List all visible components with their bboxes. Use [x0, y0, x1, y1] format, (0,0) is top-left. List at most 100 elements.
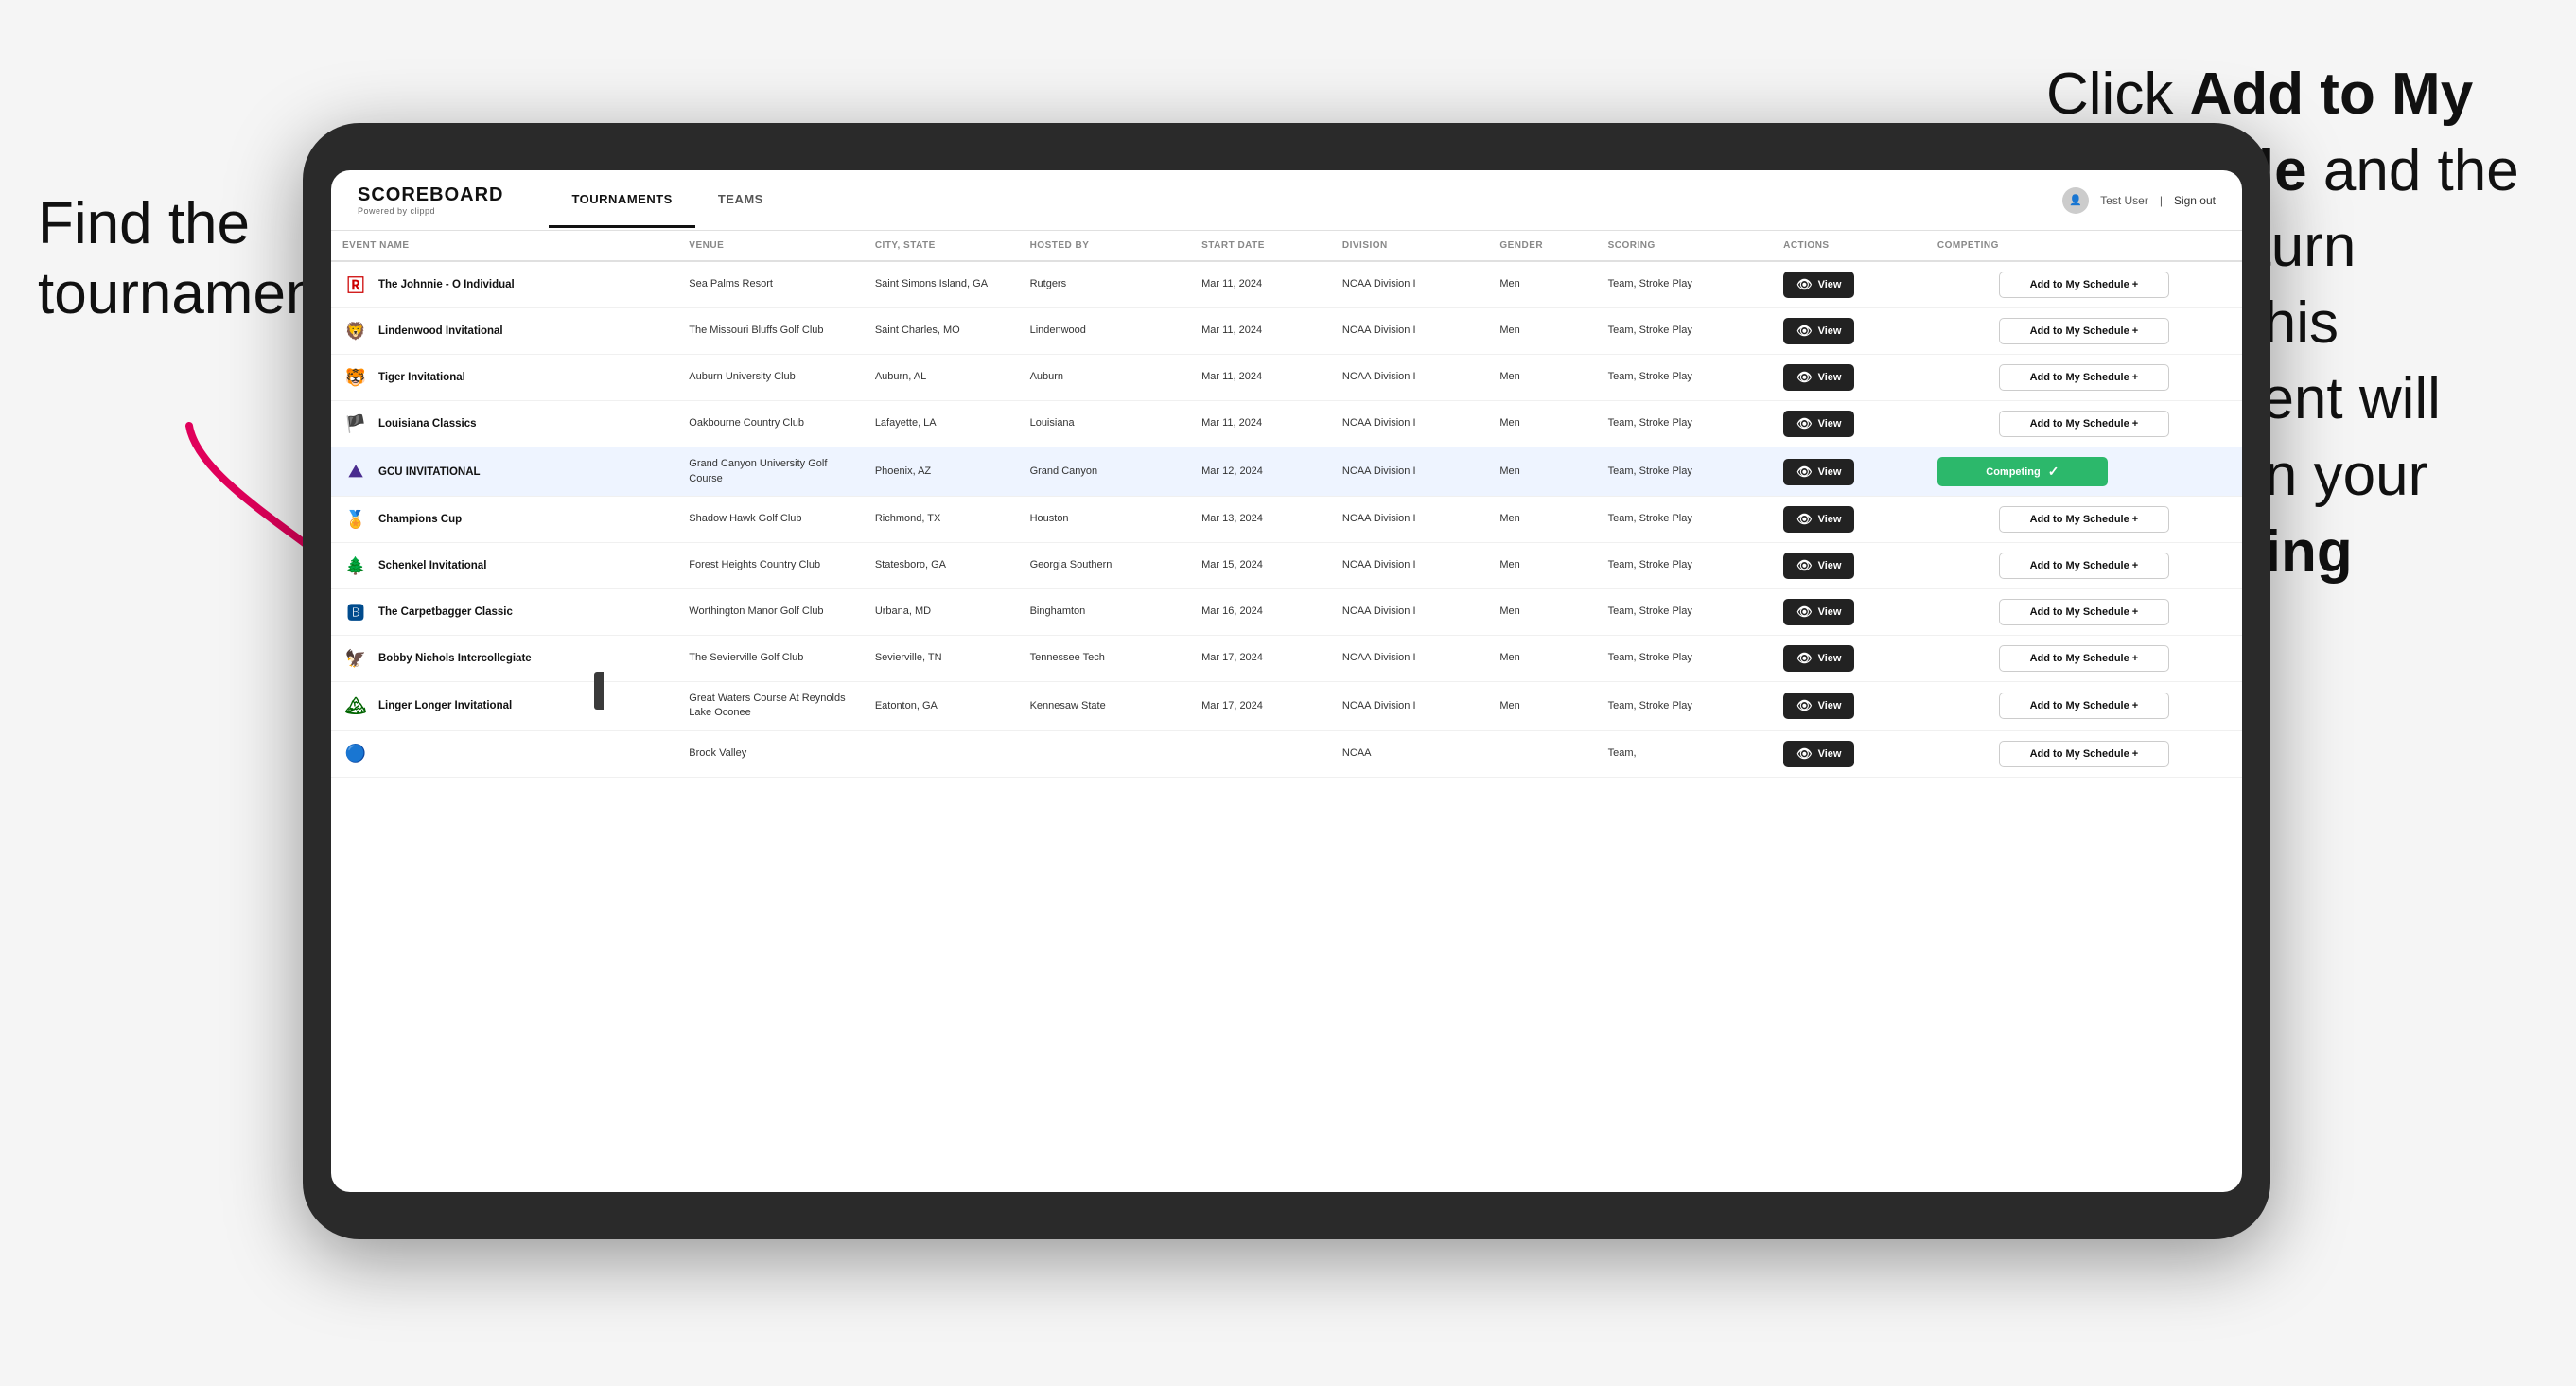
hosted-by-cell: Houston: [1019, 497, 1191, 543]
scoring-cell: Team,: [1597, 730, 1772, 777]
add-to-schedule-button[interactable]: Add to My Schedule +: [1999, 741, 2169, 767]
nav-right: 👤 Test User | Sign out: [2062, 187, 2216, 214]
add-to-schedule-button[interactable]: Add to My Schedule +: [1999, 599, 2169, 625]
gender-cell: Men: [1488, 589, 1596, 636]
scoring-cell: Team, Stroke Play: [1597, 308, 1772, 355]
event-name-text: Tiger Invitational: [378, 372, 465, 383]
view-button[interactable]: 👁 View: [1783, 553, 1854, 579]
city-state-cell: Saint Simons Island, GA: [864, 261, 1019, 308]
add-to-schedule-button[interactable]: Add to My Schedule +: [1999, 553, 2169, 579]
logo-text: SCOREBOARD: [358, 184, 503, 206]
competing-cell: Add to My Schedule +: [1926, 730, 2242, 777]
logo-area: SCOREBOARD Powered by clippd: [358, 184, 503, 216]
view-button[interactable]: 👁 View: [1783, 318, 1854, 344]
eye-icon: 👁: [1796, 416, 1813, 431]
event-name-text: The Johnnie - O Individual: [378, 279, 515, 290]
eye-icon: 👁: [1796, 605, 1813, 620]
hosted-by-cell: Auburn: [1019, 355, 1191, 401]
eye-icon: 👁: [1796, 698, 1813, 713]
competing-cell: Add to My Schedule +: [1926, 355, 2242, 401]
add-to-schedule-button[interactable]: Add to My Schedule +: [1999, 411, 2169, 437]
hosted-by-cell: Louisiana: [1019, 401, 1191, 447]
actions-cell: 👁 View: [1772, 636, 1926, 682]
division-cell: NCAA Division I: [1331, 543, 1488, 589]
view-button[interactable]: 👁 View: [1783, 693, 1854, 719]
eye-icon: 👁: [1796, 558, 1813, 573]
team-logo: 🏔: [342, 693, 369, 719]
view-button[interactable]: 👁 View: [1783, 364, 1854, 391]
event-name-text: Bobby Nichols Intercollegiate: [378, 653, 532, 664]
actions-cell: 👁 View: [1772, 355, 1926, 401]
view-button[interactable]: 👁 View: [1783, 506, 1854, 533]
event-name-text: Linger Longer Invitational: [378, 700, 512, 711]
actions-cell: 👁 View: [1772, 401, 1926, 447]
division-cell: NCAA Division I: [1331, 682, 1488, 731]
team-logo: 🦁: [342, 318, 369, 344]
gender-cell: Men: [1488, 261, 1596, 308]
start-date-cell: Mar 11, 2024: [1190, 355, 1331, 401]
hosted-by-cell: Binghamton: [1019, 589, 1191, 636]
col-city-state: CITY, STATE: [864, 231, 1019, 261]
team-logo: 🦅: [342, 645, 369, 672]
col-scoring: SCORING: [1597, 231, 1772, 261]
view-button[interactable]: 👁 View: [1783, 599, 1854, 625]
user-avatar: 👤: [2062, 187, 2089, 214]
tab-tournaments[interactable]: TOURNAMENTS: [549, 173, 694, 228]
start-date-cell: [1190, 730, 1331, 777]
start-date-cell: Mar 11, 2024: [1190, 401, 1331, 447]
tab-teams[interactable]: TEAMS: [695, 173, 786, 228]
actions-cell: 👁 View: [1772, 447, 1926, 497]
start-date-cell: Mar 15, 2024: [1190, 543, 1331, 589]
user-name: Test User: [2100, 194, 2148, 207]
add-to-schedule-button[interactable]: Add to My Schedule +: [1999, 272, 2169, 298]
view-button[interactable]: 👁 View: [1783, 459, 1854, 485]
col-division: DIVISION: [1331, 231, 1488, 261]
actions-cell: 👁 View: [1772, 730, 1926, 777]
table-row: 🌲 Schenkel Invitational Forest Heights C…: [331, 543, 2242, 589]
col-gender: GENDER: [1488, 231, 1596, 261]
signout-link[interactable]: Sign out: [2174, 194, 2216, 207]
competing-button[interactable]: Competing ✓: [1937, 457, 2108, 486]
actions-cell: 👁 View: [1772, 543, 1926, 589]
table-row: 🅁 The Johnnie - O Individual Sea Palms R…: [331, 261, 2242, 308]
competing-cell: Add to My Schedule +: [1926, 543, 2242, 589]
division-cell: NCAA Division I: [1331, 497, 1488, 543]
table-row: 🦁 Lindenwood Invitational The Missouri B…: [331, 308, 2242, 355]
division-cell: NCAA Division I: [1331, 308, 1488, 355]
gender-cell: [1488, 730, 1596, 777]
logo-sub: Powered by clippd: [358, 206, 503, 216]
eye-icon: 👁: [1796, 465, 1813, 480]
scoring-cell: Team, Stroke Play: [1597, 401, 1772, 447]
city-state-cell: Richmond, TX: [864, 497, 1019, 543]
add-to-schedule-button[interactable]: Add to My Schedule +: [1999, 645, 2169, 672]
add-to-schedule-button[interactable]: Add to My Schedule +: [1999, 364, 2169, 391]
scoring-cell: Team, Stroke Play: [1597, 682, 1772, 731]
competing-cell: Add to My Schedule +: [1926, 497, 2242, 543]
event-name-text: GCU INVITATIONAL: [378, 466, 481, 478]
view-button[interactable]: 👁 View: [1783, 272, 1854, 298]
view-button[interactable]: 👁 View: [1783, 645, 1854, 672]
city-state-cell: [864, 730, 1019, 777]
event-name-cell: 🅱 The Carpetbagger Classic: [331, 589, 677, 636]
division-cell: NCAA Division I: [1331, 447, 1488, 497]
event-name-cell: 🔵: [331, 730, 677, 777]
view-button[interactable]: 👁 View: [1783, 741, 1854, 767]
team-logo: 🌲: [342, 553, 369, 579]
scoring-cell: Team, Stroke Play: [1597, 636, 1772, 682]
team-logo: 🐯: [342, 364, 369, 391]
tournaments-table: EVENT NAME VENUE CITY, STATE HOSTED BY S…: [331, 231, 2242, 778]
city-state-cell: Auburn, AL: [864, 355, 1019, 401]
gender-cell: Men: [1488, 355, 1596, 401]
add-to-schedule-button[interactable]: Add to My Schedule +: [1999, 506, 2169, 533]
event-name-cell: 🏴 Louisiana Classics: [331, 401, 677, 447]
table-row: 🦅 Bobby Nichols Intercollegiate The Sevi…: [331, 636, 2242, 682]
hosted-by-cell: Grand Canyon: [1019, 447, 1191, 497]
col-event-name: EVENT NAME: [331, 231, 677, 261]
event-name-text: Lindenwood Invitational: [378, 325, 503, 337]
add-to-schedule-button[interactable]: Add to My Schedule +: [1999, 693, 2169, 719]
actions-cell: 👁 View: [1772, 589, 1926, 636]
view-button[interactable]: 👁 View: [1783, 411, 1854, 437]
add-to-schedule-button[interactable]: Add to My Schedule +: [1999, 318, 2169, 344]
table-row: 🐯 Tiger Invitational Auburn University C…: [331, 355, 2242, 401]
eye-icon: 👁: [1796, 277, 1813, 292]
